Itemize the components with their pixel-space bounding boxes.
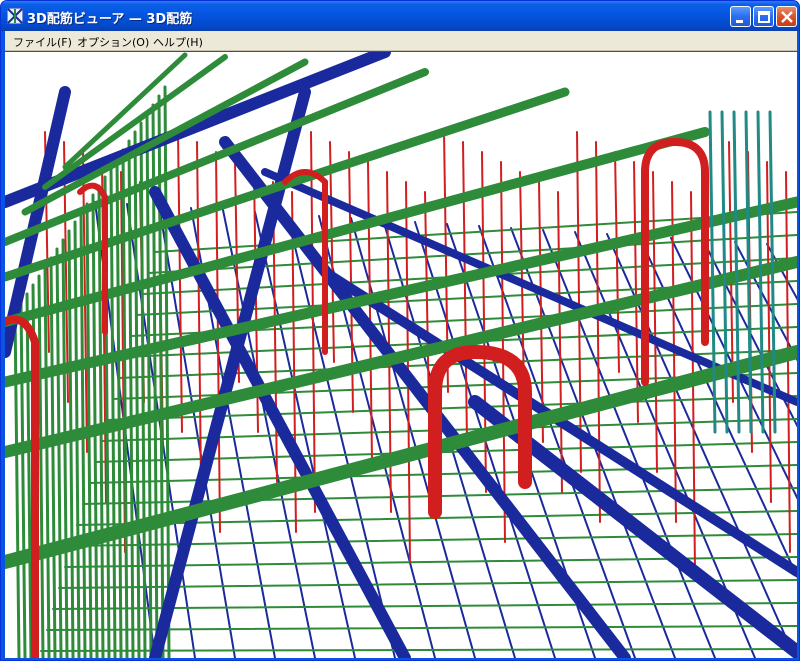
wall-bar-103 — [139, 121, 147, 658]
maximize-icon — [758, 11, 770, 23]
title-bar[interactable]: 3D配筋ビューア — 3D配筋 — [1, 1, 799, 31]
menu-options[interactable]: オプション(O) — [77, 34, 149, 50]
wall-bar-102 — [133, 130, 141, 658]
wall-bar-88 — [49, 256, 57, 658]
3d-viewport[interactable] — [5, 52, 797, 658]
menu-help[interactable]: ヘルプ(H) — [153, 34, 203, 50]
stirrup-49 — [177, 131, 183, 433]
menu-file[interactable]: ファイル(F) — [13, 34, 72, 50]
window-title: 3D配筋ビューア — 3D配筋 — [27, 12, 193, 27]
stirrup-62 — [424, 191, 430, 413]
stirrup-64 — [462, 141, 468, 443]
wall-bar-100 — [121, 148, 129, 658]
menu-bar: ファイル(F) オプション(O) ヘルプ(H) — [5, 31, 797, 51]
stirrup-57 — [329, 141, 335, 363]
rebar-3d-scene — [5, 52, 797, 658]
main-bar-110 — [149, 186, 411, 658]
minimize-button[interactable] — [730, 6, 751, 27]
close-icon — [781, 11, 793, 23]
stirrup-59 — [367, 161, 373, 463]
teal-bar-130 — [708, 110, 717, 434]
app-window: 3D配筋ビューア — 3D配筋 ファイル(F) オプション(O) ヘルプ(H) — [0, 0, 800, 661]
wall-bar-86 — [37, 274, 45, 658]
close-button[interactable] — [776, 6, 797, 27]
maximize-button[interactable] — [753, 6, 774, 27]
wall-bar-101 — [127, 139, 135, 658]
minimize-icon — [736, 20, 743, 23]
wall-bar-99 — [115, 157, 123, 658]
floor-cross-bar-33 — [88, 464, 797, 484]
stirrup-81 — [785, 171, 791, 553]
wall-bar-82 — [13, 310, 21, 658]
stirrup-70 — [576, 131, 582, 473]
stirrup-73 — [633, 161, 639, 423]
stirrup-74 — [652, 171, 658, 473]
app-icon — [7, 8, 23, 24]
wall-bar-83 — [19, 301, 27, 658]
teal-bar-131 — [720, 110, 729, 434]
wall-bar-91 — [67, 229, 75, 658]
wall-bar-84 — [25, 292, 33, 658]
floor-cross-bar-22 — [154, 211, 797, 253]
stirrup-71 — [595, 141, 601, 523]
